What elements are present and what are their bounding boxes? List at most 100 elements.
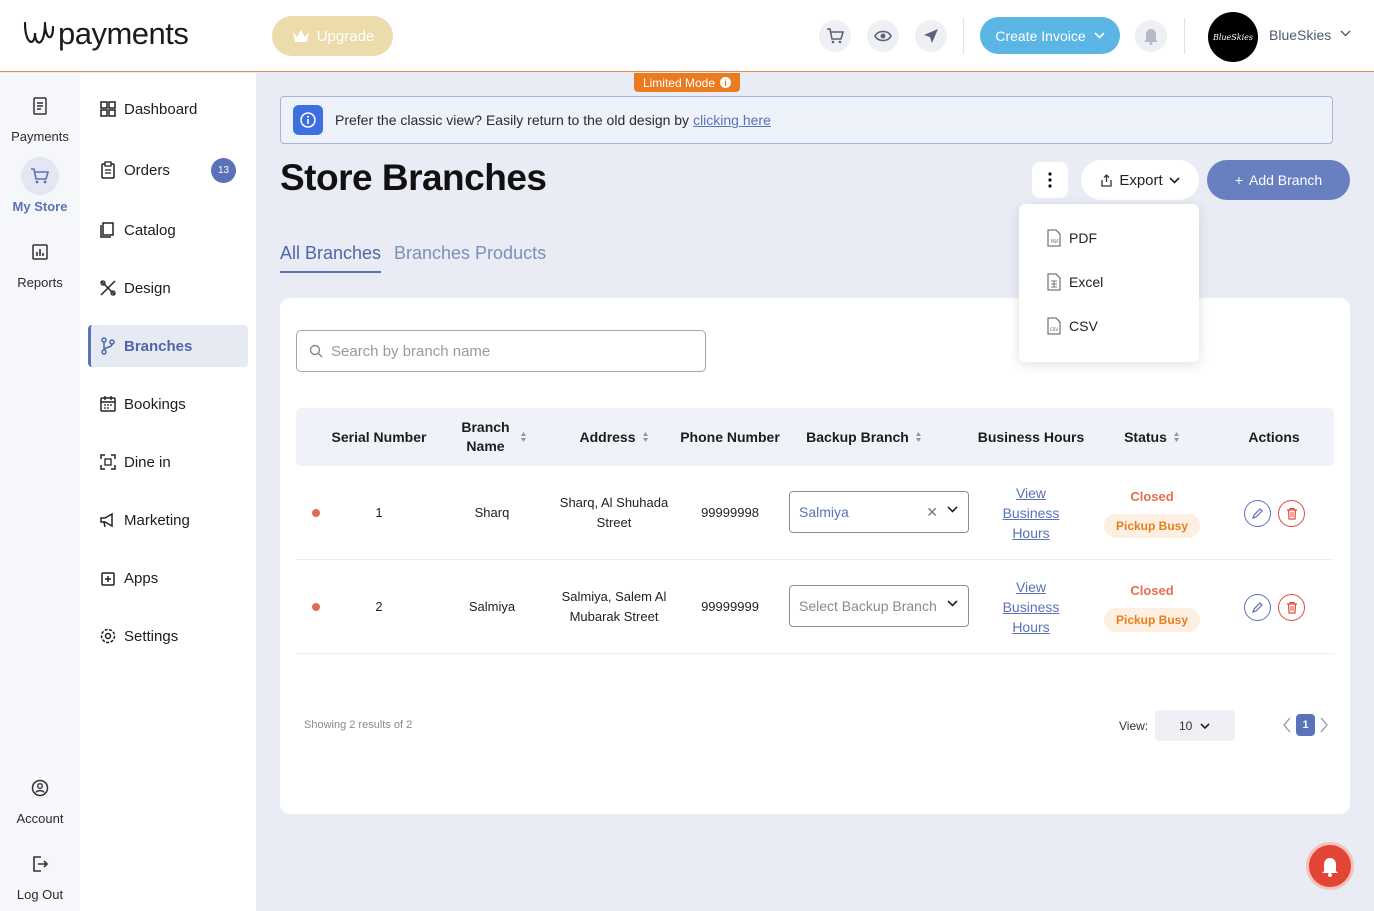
view-business-hours-link[interactable]: View Business Hours bbox=[986, 483, 1076, 543]
user-name[interactable]: BlueSkies bbox=[1269, 27, 1331, 43]
preview-button[interactable] bbox=[867, 20, 899, 52]
pencil-icon bbox=[1252, 508, 1263, 519]
catalog-icon bbox=[100, 222, 114, 238]
clear-icon[interactable]: ✕ bbox=[926, 504, 938, 521]
column-header[interactable]: Status bbox=[1102, 408, 1202, 466]
sort-icon bbox=[642, 432, 648, 442]
kebab-icon bbox=[1048, 172, 1052, 188]
export-menu: PDF PDF Excel CSV CSV bbox=[1019, 204, 1199, 362]
sidebar-item-label: Dine in bbox=[124, 453, 171, 471]
notifications-button[interactable] bbox=[1135, 20, 1167, 52]
backup-branch-select[interactable]: Salmiya ✕ bbox=[789, 491, 969, 533]
sidebar-item-label: Catalog bbox=[124, 221, 176, 239]
sidebar-item-dashboard[interactable]: Dashboard bbox=[88, 88, 248, 130]
sidebar-item-orders[interactable]: Orders 13 bbox=[88, 149, 248, 191]
delete-button[interactable] bbox=[1278, 594, 1305, 621]
avatar-text: BlueSkies bbox=[1212, 32, 1254, 42]
branch-name-cell: Sharq bbox=[474, 505, 510, 520]
status-cell: Closed Pickup Busy bbox=[1102, 466, 1202, 560]
backup-branch-placeholder: Select Backup Branch bbox=[799, 598, 937, 614]
backup-branch-select[interactable]: Select Backup Branch bbox=[789, 585, 969, 627]
edit-button[interactable] bbox=[1244, 500, 1271, 527]
chat-button[interactable] bbox=[1306, 842, 1354, 890]
add-branch-button[interactable]: + Add Branch bbox=[1207, 160, 1350, 200]
create-invoice-button[interactable]: Create Invoice bbox=[980, 17, 1120, 54]
sidebar-item-design[interactable]: Design bbox=[88, 267, 248, 309]
sidebar-item-catalog[interactable]: Catalog bbox=[88, 209, 248, 251]
rail-item-account[interactable]: Account bbox=[0, 769, 80, 826]
sidebar-item-bookings[interactable]: Bookings bbox=[88, 383, 248, 425]
column-header[interactable]: Serial Number bbox=[316, 408, 442, 466]
avatar[interactable]: BlueSkies bbox=[1208, 12, 1258, 62]
chevron-down-icon bbox=[1200, 722, 1210, 729]
branch-name-cell: Salmiya bbox=[468, 599, 516, 614]
chevron-left-icon[interactable] bbox=[1283, 717, 1292, 733]
export-menu-label: Excel bbox=[1069, 274, 1104, 290]
paper-plane-icon bbox=[924, 29, 938, 43]
rail-item-payments[interactable]: Payments bbox=[0, 87, 80, 144]
column-header[interactable]: Branch Name bbox=[442, 408, 542, 466]
delete-button[interactable] bbox=[1278, 500, 1305, 527]
export-pdf-item[interactable]: PDF PDF bbox=[1047, 229, 1097, 247]
sort-icon bbox=[1173, 432, 1179, 442]
status-dot bbox=[312, 509, 320, 517]
sidebar-item-label: Dashboard bbox=[124, 100, 198, 118]
search-input[interactable] bbox=[331, 342, 691, 360]
column-header: Business Hours bbox=[977, 428, 1085, 445]
sidebar-item-label: Marketing bbox=[124, 511, 190, 529]
results-count: Showing 2 results of 2 bbox=[304, 719, 413, 731]
classic-view-link[interactable]: clicking here bbox=[693, 112, 771, 128]
send-button[interactable] bbox=[915, 20, 947, 52]
chevron-right-icon[interactable] bbox=[1319, 717, 1328, 733]
view-business-hours-link[interactable]: View Business Hours bbox=[986, 577, 1076, 637]
tab-all-branches[interactable]: All Branches bbox=[280, 243, 382, 273]
tab-branches-products[interactable]: Branches Products bbox=[394, 243, 546, 271]
search-box[interactable] bbox=[296, 330, 706, 372]
sidebar-item-label: Bookings bbox=[124, 395, 186, 413]
chevron-down-icon bbox=[947, 600, 958, 607]
page-size-value: 10 bbox=[1179, 718, 1193, 733]
sidebar-item-apps[interactable]: Apps bbox=[88, 557, 248, 599]
sidebar-item-label: Design bbox=[124, 279, 171, 297]
business-hours-cell: View Business Hours bbox=[986, 560, 1076, 654]
export-csv-item[interactable]: CSV CSV bbox=[1047, 317, 1098, 335]
chevron-down-icon[interactable] bbox=[1340, 30, 1351, 37]
share-icon bbox=[1101, 173, 1112, 187]
brand-logo[interactable]: payments bbox=[22, 16, 189, 52]
column-header[interactable]: Backup Branch bbox=[794, 408, 934, 466]
pagination: 1 bbox=[1283, 714, 1328, 736]
info-icon: i bbox=[720, 77, 732, 88]
apps-icon bbox=[101, 572, 115, 586]
sidebar-item-settings[interactable]: Settings bbox=[88, 615, 248, 657]
top-bar: payments Upgrade Create Invoice BlueSkie… bbox=[0, 0, 1374, 72]
page-button-current[interactable]: 1 bbox=[1296, 714, 1315, 736]
column-header[interactable]: Address bbox=[556, 408, 672, 466]
svg-text:PDF: PDF bbox=[1051, 239, 1059, 244]
sidebar-item-label: Apps bbox=[124, 569, 159, 587]
sidebar-item-dine-in[interactable]: Dine in bbox=[88, 441, 248, 483]
pdf-file-icon: PDF bbox=[1047, 229, 1061, 247]
store-cart-button[interactable] bbox=[819, 20, 851, 52]
logo-text: payments bbox=[58, 16, 189, 51]
limited-mode-tag[interactable]: Limited Mode i bbox=[634, 73, 740, 92]
more-options-button[interactable] bbox=[1032, 162, 1068, 198]
sidebar-item-marketing[interactable]: Marketing bbox=[88, 499, 248, 541]
address-cell: Sharq, Al Shuhada Street bbox=[559, 495, 669, 530]
branches-card: Serial Number Branch Name Address Phone … bbox=[280, 298, 1350, 814]
sidebar-item-label: Branches bbox=[124, 337, 193, 355]
rail-label: Reports bbox=[17, 275, 63, 290]
branch-icon bbox=[101, 337, 115, 355]
rail-item-reports[interactable]: Reports bbox=[0, 233, 80, 290]
backup-branch-value: Salmiya bbox=[799, 504, 849, 520]
upgrade-label: Upgrade bbox=[316, 27, 375, 45]
upgrade-button[interactable]: Upgrade bbox=[272, 16, 393, 56]
phone-cell: 99999999 bbox=[701, 599, 759, 614]
export-button[interactable]: Export bbox=[1081, 160, 1199, 200]
rail-item-my-store[interactable]: My Store bbox=[0, 157, 80, 214]
create-invoice-label: Create Invoice bbox=[995, 27, 1086, 44]
page-size-select[interactable]: 10 bbox=[1155, 710, 1235, 741]
rail-item-logout[interactable]: Log Out bbox=[0, 845, 80, 902]
sidebar-item-branches[interactable]: Branches bbox=[88, 325, 248, 367]
edit-button[interactable] bbox=[1244, 594, 1271, 621]
export-excel-item[interactable]: Excel bbox=[1047, 273, 1103, 291]
